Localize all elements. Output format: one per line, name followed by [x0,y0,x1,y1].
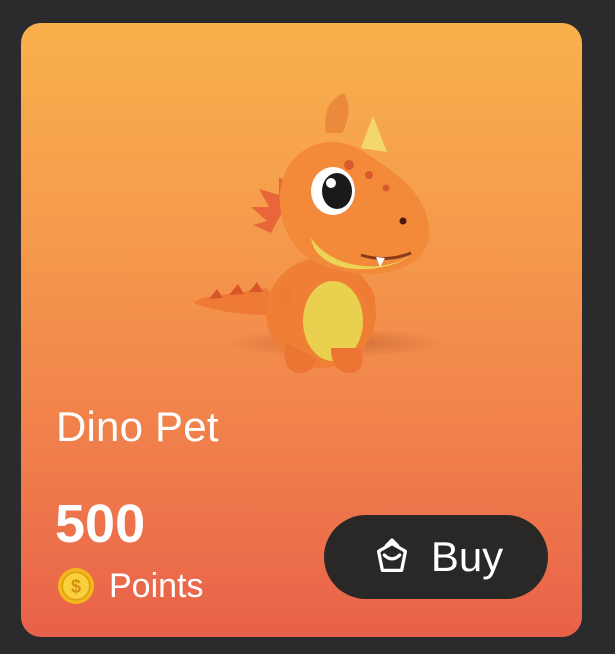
shopping-bag-icon [376,538,407,573]
dino-pet-image [193,93,430,374]
currency-label: Points [109,566,204,605]
svg-text:$: $ [71,577,81,597]
product-card: Dino Pet 500 $ Points Buy [21,23,582,637]
buy-button[interactable]: Buy [324,515,548,599]
currency-row: $ Points [57,566,204,606]
price-amount: 500 [55,494,146,554]
buy-button-label: Buy [430,533,504,580]
gold-coin-icon: $ [57,567,95,605]
product-title: Dino Pet [56,403,219,450]
